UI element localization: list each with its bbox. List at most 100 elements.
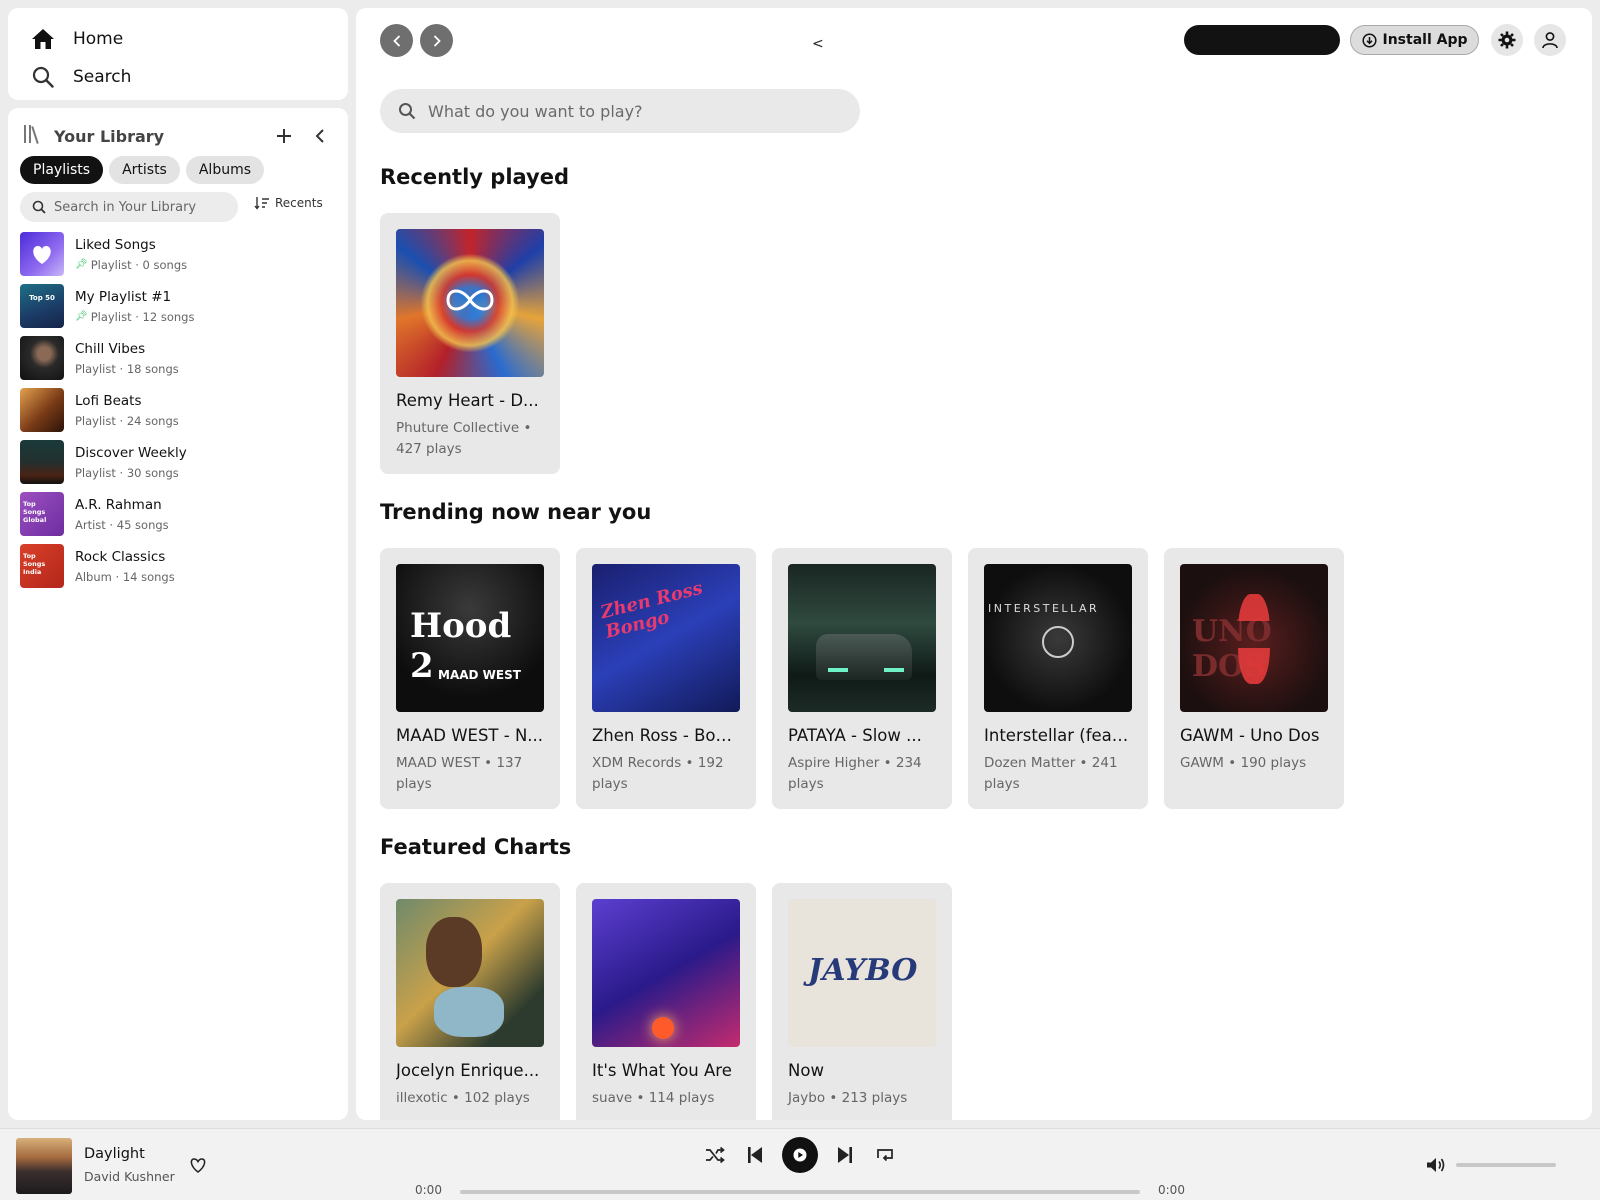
track-card[interactable]: INTERSTELLAR Interstellar (feat.... Doze…: [968, 548, 1148, 809]
volume-button[interactable]: [1422, 1151, 1450, 1179]
chevron-left-icon: [315, 129, 324, 143]
list-item[interactable]: Discover Weekly Playlist · 30 songs: [20, 436, 336, 488]
create-playlist-button[interactable]: [270, 122, 298, 150]
list-item[interactable]: Liked Songs 📌︎ Playlist · 0 songs: [20, 228, 336, 280]
library-search: [20, 192, 238, 222]
filter-playlists[interactable]: Playlists: [20, 156, 104, 184]
track-art: [396, 229, 544, 377]
artist-thumb: Top Songs Global: [20, 492, 64, 536]
library-search-input[interactable]: [54, 199, 224, 215]
volume-slider[interactable]: [1456, 1163, 1556, 1167]
nav-home[interactable]: Home: [30, 20, 326, 58]
search-icon: [399, 103, 416, 120]
forward-button[interactable]: [420, 24, 453, 57]
player-bar: Daylight David Kushner 0:00 0:00: [0, 1128, 1600, 1200]
recent-row: Remy Heart - D... Phuture Collective • 4…: [380, 213, 560, 474]
list-item[interactable]: Lofi Beats Playlist · 24 songs: [20, 384, 336, 436]
section-title-recent: Recently played: [380, 165, 570, 189]
repeat-button[interactable]: [871, 1141, 899, 1169]
play-icon: [793, 1148, 807, 1162]
track-card[interactable]: Remy Heart - D... Phuture Collective • 4…: [380, 213, 560, 474]
list-item-name: A.R. Rahman: [75, 496, 162, 513]
library-title[interactable]: Your Library: [54, 127, 164, 146]
playlist-thumb: [20, 388, 64, 432]
install-app-button[interactable]: Install App: [1350, 25, 1479, 55]
play-button[interactable]: [782, 1137, 818, 1173]
list-item-sub: Playlist · 0 songs: [90, 257, 188, 272]
list-item-name: Liked Songs: [75, 236, 156, 253]
now-playing-title[interactable]: Daylight: [84, 1146, 145, 1162]
install-app-label: Install App: [1382, 32, 1468, 48]
list-item-sub: Playlist · 18 songs: [75, 361, 179, 376]
sort-label: Recents: [275, 196, 323, 210]
sort-recents-button[interactable]: Recents: [254, 196, 323, 210]
list-item-sub: Playlist · 24 songs: [75, 413, 179, 428]
track-card[interactable]: UNO DOS GAWM - Uno Dos GAWM • 190 plays: [1164, 548, 1344, 809]
card-title: PATAYA - Slow ...: [788, 726, 922, 745]
track-art: [396, 899, 544, 1047]
track-card[interactable]: Zhen Ross Bongo Zhen Ross - Bon... XDM R…: [576, 548, 756, 809]
elapsed-time: 0:00: [415, 1183, 442, 1197]
filter-albums[interactable]: Albums: [185, 156, 265, 184]
collapse-library-button[interactable]: [306, 122, 334, 150]
playlist-thumb: [20, 336, 64, 380]
track-card[interactable]: Jocelyn Enrique... illexotic • 102 plays: [380, 883, 560, 1120]
trending-row: Hood 2 MAAD WEST MAAD WEST - N... MAAD W…: [380, 548, 1344, 809]
playlist-thumb: [20, 440, 64, 484]
card-subtitle: suave • 114 plays: [592, 1090, 715, 1106]
library-panel: Your Library Playlists Artists Albums Re…: [8, 108, 348, 1120]
back-button[interactable]: [380, 24, 413, 57]
album-thumb: Top Songs India: [20, 544, 64, 588]
track-art: [788, 564, 936, 712]
list-item-name: Chill Vibes: [75, 340, 146, 357]
previous-button[interactable]: [741, 1141, 769, 1169]
track-card[interactable]: JAYBO Now Jaybo • 213 plays: [772, 883, 952, 1120]
list-item[interactable]: Top 50 My Playlist #1 📌︎ Playlist · 12 so…: [20, 280, 336, 332]
list-item[interactable]: Chill Vibes Playlist · 18 songs: [20, 332, 336, 384]
explore-premium-button[interactable]: Explore Premium: [1184, 25, 1340, 55]
like-button[interactable]: [184, 1151, 212, 1179]
nav-search[interactable]: Search: [30, 58, 326, 96]
filter-artists[interactable]: Artists: [109, 156, 180, 184]
list-item-sub: Playlist · 30 songs: [75, 465, 179, 480]
list-item-name: Lofi Beats: [75, 392, 142, 409]
track-art: Zhen Ross Bongo: [592, 564, 740, 712]
card-title: Now: [788, 1061, 824, 1080]
card-subtitle: Dozen Matter • 241 plays: [984, 755, 1118, 792]
main-search-input[interactable]: [428, 101, 828, 121]
skip-back-icon: [748, 1147, 762, 1163]
skip-forward-icon: [838, 1147, 852, 1163]
playlist-thumb: Top 50: [20, 284, 64, 328]
section-title-trending: Trending now near you: [380, 500, 652, 524]
settings-button[interactable]: [1491, 24, 1523, 56]
track-card[interactable]: It's What You Are suave • 114 plays: [576, 883, 756, 1120]
shuffle-button[interactable]: [701, 1141, 729, 1169]
home-icon: [30, 26, 56, 52]
card-title: MAAD WEST - N...: [396, 726, 544, 745]
now-playing-artist[interactable]: David Kushner: [84, 1169, 175, 1184]
volume-icon: [1427, 1158, 1445, 1172]
list-item-name: Rock Classics: [75, 548, 166, 565]
card-title: Zhen Ross - Bon...: [592, 726, 740, 745]
progress-bar[interactable]: [460, 1190, 1140, 1194]
pin-icon: 📌︎: [75, 259, 88, 270]
total-time: 0:00: [1158, 1183, 1185, 1197]
pin-icon: 📌︎: [75, 311, 88, 322]
track-art: UNO DOS: [1180, 564, 1328, 712]
list-item[interactable]: Top Songs India Rock Classics Album · 14…: [20, 540, 336, 592]
main-content: < Explore Premium Install App Recently p…: [356, 8, 1592, 1120]
track-card[interactable]: PATAYA - Slow ... Aspire Higher • 234 pl…: [772, 548, 952, 809]
card-title: Remy Heart - D...: [396, 391, 539, 410]
card-subtitle: Phuture Collective • 427 plays: [396, 420, 532, 457]
list-item-sub: Album · 14 songs: [75, 569, 175, 584]
card-subtitle: Jaybo • 213 plays: [788, 1090, 908, 1106]
library-icon[interactable]: [22, 123, 44, 149]
list-item[interactable]: Top Songs Global A.R. Rahman Artist · 45…: [20, 488, 336, 540]
list-item-name: My Playlist #1: [75, 288, 172, 305]
track-card[interactable]: Hood 2 MAAD WEST MAAD WEST - N... MAAD W…: [380, 548, 560, 809]
profile-button[interactable]: [1534, 24, 1566, 56]
charts-row: Jocelyn Enrique... illexotic • 102 plays…: [380, 883, 952, 1120]
next-button[interactable]: [831, 1141, 859, 1169]
card-title: GAWM - Uno Dos: [1180, 726, 1320, 745]
search-icon: [30, 64, 56, 90]
